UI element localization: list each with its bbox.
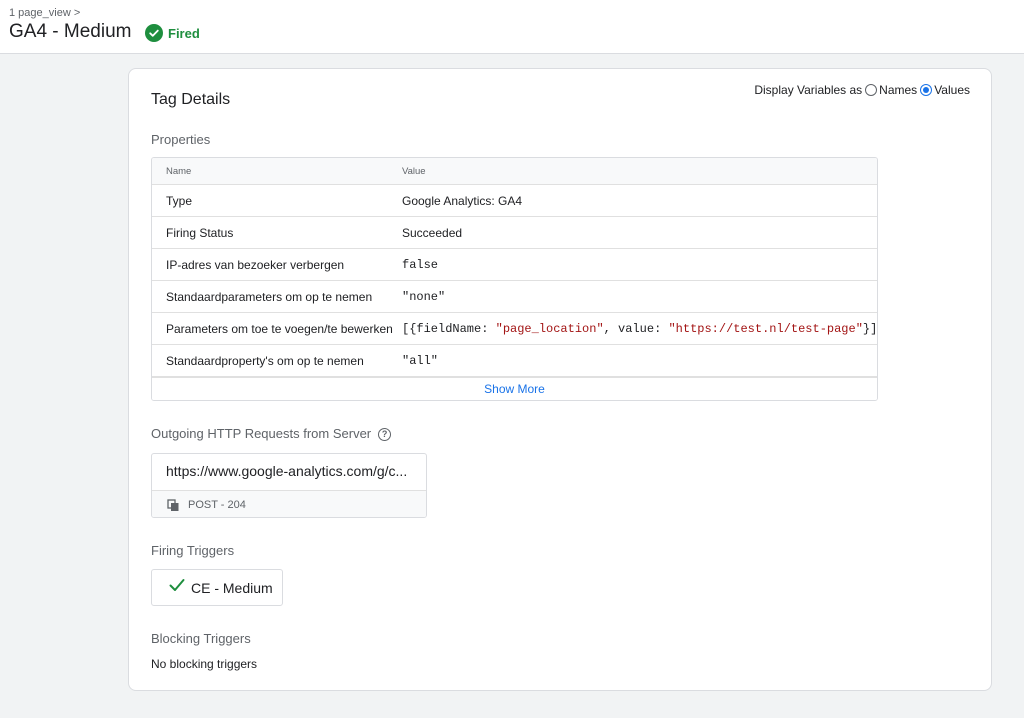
status-label: Fired xyxy=(168,25,200,41)
request-card[interactable]: https://www.google-analytics.com/g/c... … xyxy=(151,453,427,518)
display-variables-label: Display Variables as xyxy=(754,83,863,97)
help-icon[interactable]: ? xyxy=(378,427,392,441)
copy-icon[interactable] xyxy=(167,499,180,517)
no-blocking-triggers-text: No blocking triggers xyxy=(151,657,258,671)
properties-table: Name Value Type Google Analytics: GA4 Fi… xyxy=(151,157,878,401)
table-row: Firing Status Succeeded xyxy=(152,217,877,249)
value-part: "https://test.nl/test-page" xyxy=(668,321,863,336)
table-row: Standaardparameters om op te nemen "none… xyxy=(152,281,877,313)
firing-trigger-label: CE - Medium xyxy=(191,579,273,596)
radio-names-label[interactable]: Names xyxy=(879,83,917,97)
request-status: POST - 204 xyxy=(188,499,246,511)
table-row: Type Google Analytics: GA4 xyxy=(152,185,877,217)
page-header: 1 page_view > GA4 - Medium Fired xyxy=(0,0,1024,54)
value-part: }] xyxy=(862,321,878,336)
breadcrumb[interactable]: 1 page_view > xyxy=(9,7,80,19)
property-name: Parameters om toe te voegen/te bewerken xyxy=(166,321,393,336)
value-part: , value: xyxy=(603,321,669,336)
blocking-triggers-title: Blocking Triggers xyxy=(151,631,251,646)
outgoing-requests-label: Outgoing HTTP Requests from Server xyxy=(151,426,372,441)
table-header-row: Name Value xyxy=(152,158,877,185)
properties-title: Properties xyxy=(151,132,211,147)
table-row: IP-adres van bezoeker verbergen false xyxy=(152,249,877,281)
property-value: "all" xyxy=(402,353,439,368)
firing-triggers-title: Firing Triggers xyxy=(151,543,235,558)
show-more-button[interactable]: Show More xyxy=(152,377,877,400)
value-part: "page_location" xyxy=(495,321,604,336)
page-title: GA4 - Medium xyxy=(9,21,132,42)
table-row: Standaardproperty's om op te nemen "all" xyxy=(152,345,877,377)
card-title: Tag Details xyxy=(151,91,231,108)
tag-details-card: Tag Details Display Variables as Names V… xyxy=(128,68,992,691)
column-header-value: Value xyxy=(402,165,426,177)
property-value: "none" xyxy=(402,289,446,304)
property-value: Succeeded xyxy=(402,225,463,240)
display-variables-toggle: Display Variables as Names Values xyxy=(754,83,970,97)
table-row: Parameters om toe te voegen/te bewerken … xyxy=(152,313,877,345)
radio-values[interactable] xyxy=(920,84,933,96)
request-footer: POST - 204 xyxy=(152,490,426,517)
status-badge: Fired xyxy=(145,24,200,42)
property-name: Standaardparameters om op te nemen xyxy=(166,289,373,304)
check-icon xyxy=(169,578,185,597)
firing-trigger-chip[interactable]: CE - Medium xyxy=(151,569,283,606)
property-value: false xyxy=(402,257,439,272)
request-url[interactable]: https://www.google-analytics.com/g/c... xyxy=(166,463,416,479)
column-header-name: Name xyxy=(166,165,192,177)
check-circle-icon xyxy=(145,24,163,42)
value-part: [{fieldName: xyxy=(402,321,496,336)
radio-values-label[interactable]: Values xyxy=(934,83,970,97)
property-value: Google Analytics: GA4 xyxy=(402,193,523,208)
property-name: Type xyxy=(166,193,193,208)
property-name: IP-adres van bezoeker verbergen xyxy=(166,257,345,272)
property-name: Firing Status xyxy=(166,225,234,240)
outgoing-requests-title: Outgoing HTTP Requests from Server? xyxy=(151,426,392,441)
property-value: [{fieldName: "page_location", value: "ht… xyxy=(402,322,877,336)
radio-names[interactable] xyxy=(865,84,878,96)
property-name: Standaardproperty's om op te nemen xyxy=(166,353,364,368)
